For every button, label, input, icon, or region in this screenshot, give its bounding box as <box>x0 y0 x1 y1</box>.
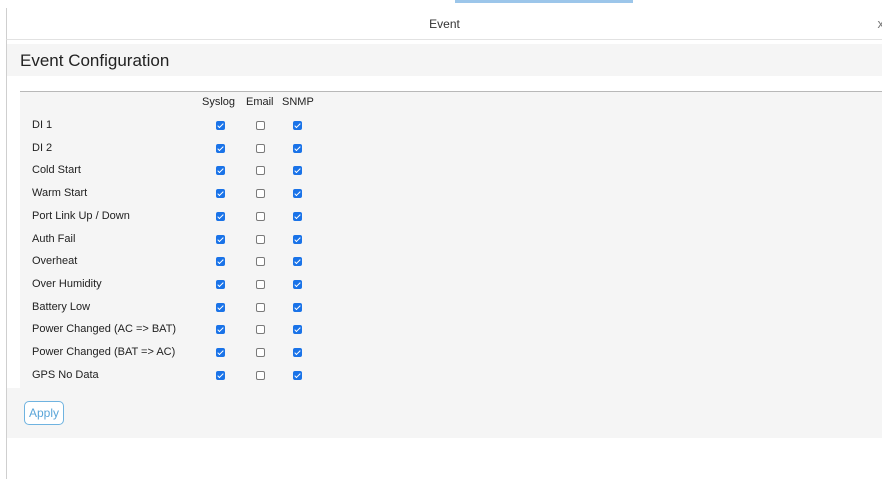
email-checkbox[interactable] <box>256 234 265 244</box>
email-checkbox[interactable] <box>256 257 265 267</box>
event-label: GPS No Data <box>32 368 99 381</box>
event-label: Overheat <box>32 255 78 268</box>
event-row: GPS No Data <box>20 365 882 387</box>
close-icon[interactable]: x <box>878 16 882 31</box>
snmp-checkbox[interactable] <box>293 166 302 176</box>
event-label: Auth Fail <box>32 232 76 245</box>
syslog-checkbox[interactable] <box>216 370 225 380</box>
email-checkbox[interactable] <box>256 166 265 176</box>
event-label: DI 2 <box>32 141 53 154</box>
event-row: Power Changed (AC => BAT) <box>20 319 882 341</box>
column-header-email: Email <box>246 96 274 108</box>
snmp-checkbox[interactable] <box>293 257 302 267</box>
event-label: DI 1 <box>32 119 53 131</box>
event-row: Power Changed (BAT => AC) <box>20 342 882 364</box>
syslog-checkbox[interactable] <box>216 166 225 176</box>
event-label: Cold Start <box>32 164 81 177</box>
column-header-snmp: SNMP <box>282 96 314 108</box>
top-strip <box>0 0 882 8</box>
syslog-checkbox[interactable] <box>216 189 225 199</box>
snmp-checkbox[interactable] <box>293 189 302 199</box>
event-row: Battery Low <box>20 297 882 319</box>
event-row: Warm Start <box>20 183 882 205</box>
page-header: Event Configuration <box>7 44 882 76</box>
event-row: Over Humidity <box>20 274 882 296</box>
event-label: Power Changed (AC => BAT) <box>32 323 177 336</box>
email-checkbox[interactable] <box>256 302 265 312</box>
syslog-checkbox[interactable] <box>216 348 225 357</box>
event-row: Port Link Up / Down <box>20 206 882 228</box>
email-checkbox[interactable] <box>256 143 265 153</box>
event-row: DI 1 <box>20 115 882 137</box>
column-header-syslog: Syslog <box>202 96 236 108</box>
action-bar <box>7 388 882 438</box>
event-row: Overheat <box>20 251 882 273</box>
snmp-checkbox[interactable] <box>293 348 302 357</box>
active-tab-indicator <box>455 0 633 3</box>
syslog-checkbox[interactable] <box>216 302 225 312</box>
email-checkbox[interactable] <box>256 189 265 199</box>
event-label: Battery Low <box>32 300 91 313</box>
snmp-checkbox[interactable] <box>293 302 302 312</box>
event-row: Cold Start <box>20 160 882 182</box>
event-label: Over Humidity <box>32 277 102 290</box>
syslog-checkbox[interactable] <box>216 143 225 153</box>
email-checkbox[interactable] <box>256 279 265 289</box>
syslog-checkbox[interactable] <box>216 325 225 335</box>
syslog-checkbox[interactable] <box>216 279 225 289</box>
email-checkbox[interactable] <box>256 348 265 357</box>
page-title: Event Configuration <box>20 51 170 70</box>
event-label: Port Link Up / Down <box>32 209 130 222</box>
email-checkbox[interactable] <box>256 211 265 221</box>
window-title: Event <box>429 17 460 31</box>
snmp-checkbox[interactable] <box>293 211 302 221</box>
email-checkbox[interactable] <box>256 370 265 380</box>
snmp-checkbox[interactable] <box>293 234 302 244</box>
apply-button[interactable]: Apply <box>24 401 64 425</box>
event-row: Auth Fail <box>20 229 882 251</box>
snmp-checkbox[interactable] <box>293 121 302 130</box>
snmp-checkbox[interactable] <box>293 279 302 289</box>
syslog-checkbox[interactable] <box>216 234 225 244</box>
syslog-checkbox[interactable] <box>216 121 225 130</box>
event-label: Warm Start <box>32 187 88 200</box>
snmp-checkbox[interactable] <box>293 143 302 153</box>
email-checkbox[interactable] <box>256 121 265 130</box>
email-checkbox[interactable] <box>256 325 265 335</box>
syslog-checkbox[interactable] <box>216 257 225 267</box>
syslog-checkbox[interactable] <box>216 211 225 221</box>
event-label: Power Changed (BAT => AC) <box>32 346 176 358</box>
snmp-checkbox[interactable] <box>293 325 302 335</box>
window-titlebar: Event x <box>6 8 882 40</box>
event-row: DI 2 <box>20 138 882 160</box>
snmp-checkbox[interactable] <box>293 370 302 380</box>
